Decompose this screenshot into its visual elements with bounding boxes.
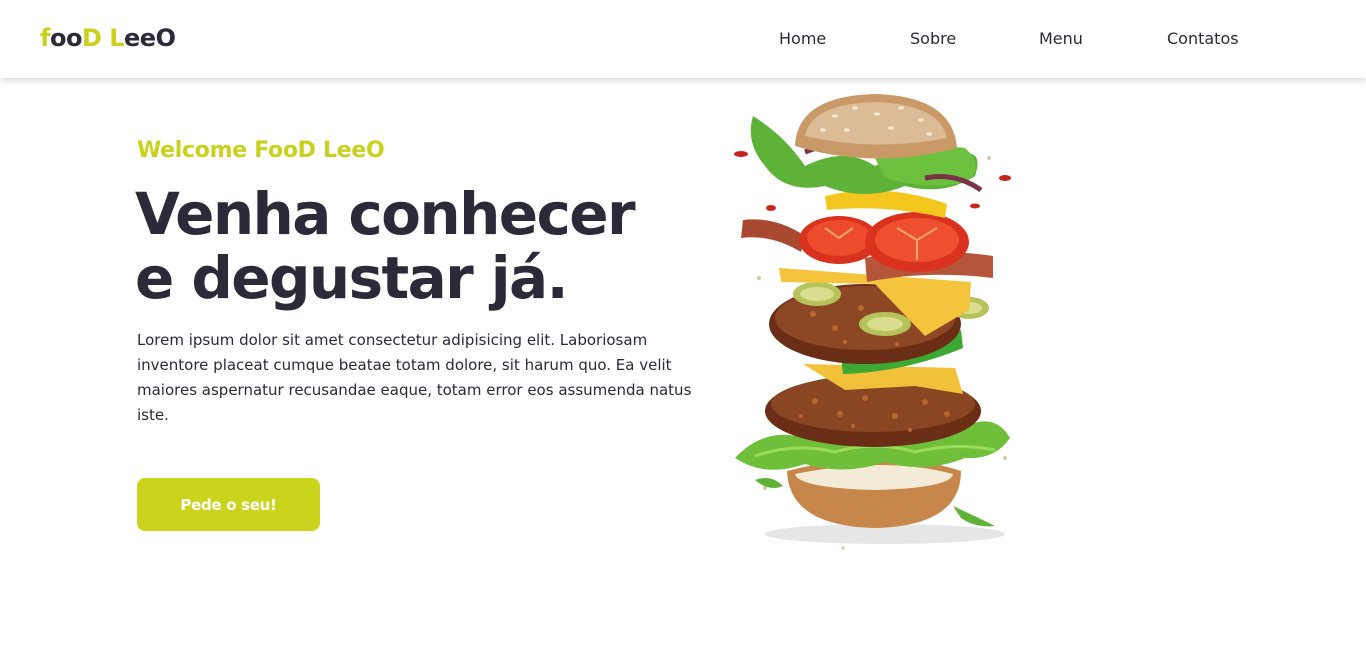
order-button[interactable]: Pede o seu! xyxy=(137,478,320,531)
nav-link-sobre[interactable]: Sobre xyxy=(910,27,956,51)
hero-title-line-1: Venha conhecer xyxy=(135,180,636,248)
nav-link-contatos[interactable]: Contatos xyxy=(1167,27,1239,51)
hero-subtitle: Welcome FooD LeeO xyxy=(137,138,385,163)
burger-image xyxy=(734,94,1011,550)
nav-link-home[interactable]: Home xyxy=(779,27,826,51)
site-header: fooD LeeO Home Sobre Menu Contatos xyxy=(0,0,1366,78)
main-nav: Home Sobre Menu Contatos xyxy=(0,27,1366,53)
hero-description: Lorem ipsum dolor sit amet consectetur a… xyxy=(137,331,692,424)
hero-title-line-2: e degustar já. xyxy=(135,244,569,312)
hero-title: Venha conhecer e degustar já. xyxy=(135,182,735,310)
nav-link-menu[interactable]: Menu xyxy=(1039,27,1083,51)
